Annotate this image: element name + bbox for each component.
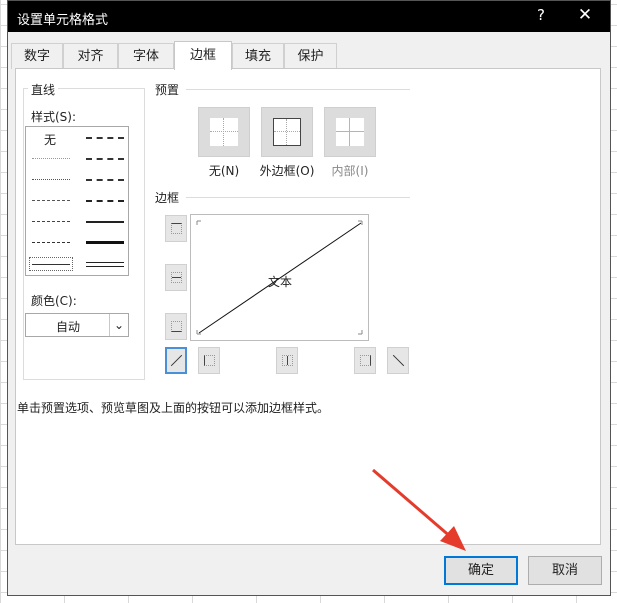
border-title: 边框 xyxy=(155,191,180,205)
presets-divider xyxy=(186,89,410,90)
preset-none-icon xyxy=(210,118,238,146)
line-style-double[interactable] xyxy=(86,262,124,267)
dialog-titlebar: 设置单元格格式 ? ✕ xyxy=(8,1,610,32)
tab-protection[interactable]: 保护 xyxy=(284,43,337,69)
line-style-slant-dash-dot[interactable] xyxy=(86,158,124,160)
line-style-none[interactable]: 无 xyxy=(44,131,56,148)
cancel-button[interactable]: 取消 xyxy=(528,556,602,585)
line-style-medium-dash-dot[interactable] xyxy=(86,179,124,181)
line-style-dash-dot[interactable] xyxy=(32,221,70,222)
line-style-dashed[interactable] xyxy=(32,242,70,243)
border-left-icon xyxy=(204,355,215,366)
color-label: 颜色(C): xyxy=(31,294,77,308)
preset-none-button[interactable] xyxy=(198,107,250,157)
border-divider xyxy=(186,197,410,198)
tab-fill[interactable]: 填充 xyxy=(232,43,284,69)
line-style-medium-dashed[interactable] xyxy=(86,200,124,202)
preset-outline-icon xyxy=(273,118,301,146)
help-button[interactable]: ? xyxy=(529,6,553,26)
color-dropdown-value: 自动 xyxy=(55,320,80,334)
line-style-hair[interactable] xyxy=(32,158,70,159)
diagonal-down-icon xyxy=(392,354,405,367)
border-right-button[interactable] xyxy=(354,347,376,374)
preset-inside-label: 内部(I) xyxy=(331,164,369,178)
border-top-icon xyxy=(171,223,182,234)
tab-number[interactable]: 数字 xyxy=(11,43,63,69)
line-style-medium[interactable] xyxy=(86,221,124,223)
close-button[interactable]: ✕ xyxy=(572,5,598,27)
hint-text: 单击预置选项、预览草图及上面的按钮可以添加边框样式。 xyxy=(17,401,330,415)
preview-text: 文本 xyxy=(268,275,293,289)
border-top-button[interactable] xyxy=(165,215,187,242)
preset-inside-button[interactable] xyxy=(324,107,376,157)
chevron-down-icon[interactable]: ⌄ xyxy=(109,314,128,336)
line-style-dotted[interactable] xyxy=(32,179,70,180)
line-style-thick[interactable] xyxy=(86,241,124,244)
presets-title: 预置 xyxy=(155,83,180,97)
border-bottom-icon xyxy=(171,321,182,332)
preset-inside-icon xyxy=(336,118,364,146)
tab-alignment[interactable]: 对齐 xyxy=(63,43,118,69)
line-style-medium-dash-dot-dot[interactable] xyxy=(86,137,124,139)
tab-font[interactable]: 字体 xyxy=(118,43,174,69)
line-style-thin-selected[interactable] xyxy=(29,257,73,271)
border-left-button[interactable] xyxy=(198,347,220,374)
border-diagonal-up-button[interactable] xyxy=(165,347,187,374)
border-inside-horizontal-button[interactable] xyxy=(165,264,187,291)
preset-outline-button[interactable] xyxy=(261,107,313,157)
border-diagonal-down-button[interactable] xyxy=(387,347,409,374)
line-group-title: 直线 xyxy=(28,81,59,98)
tab-border[interactable]: 边框 xyxy=(174,41,232,70)
border-right-icon xyxy=(360,355,371,366)
border-inside-vertical-icon xyxy=(282,355,293,366)
ok-button[interactable]: 确定 xyxy=(444,556,518,585)
dialog-title: 设置单元格格式 xyxy=(17,13,109,28)
border-bottom-button[interactable] xyxy=(165,313,187,340)
border-preview[interactable]: 文本 xyxy=(190,214,369,341)
preset-outline-label: 外边框(O) xyxy=(259,164,315,178)
style-label: 样式(S): xyxy=(31,110,77,124)
diagonal-up-icon xyxy=(170,354,183,367)
preset-none-label: 无(N) xyxy=(208,164,240,178)
border-inside-horizontal-icon xyxy=(171,272,182,283)
border-inside-vertical-button[interactable] xyxy=(276,347,298,374)
line-style-dash-dot-dot[interactable] xyxy=(32,200,70,201)
line-style-list[interactable]: 无 xyxy=(25,126,129,276)
color-dropdown[interactable]: 自动 ⌄ xyxy=(25,313,129,337)
